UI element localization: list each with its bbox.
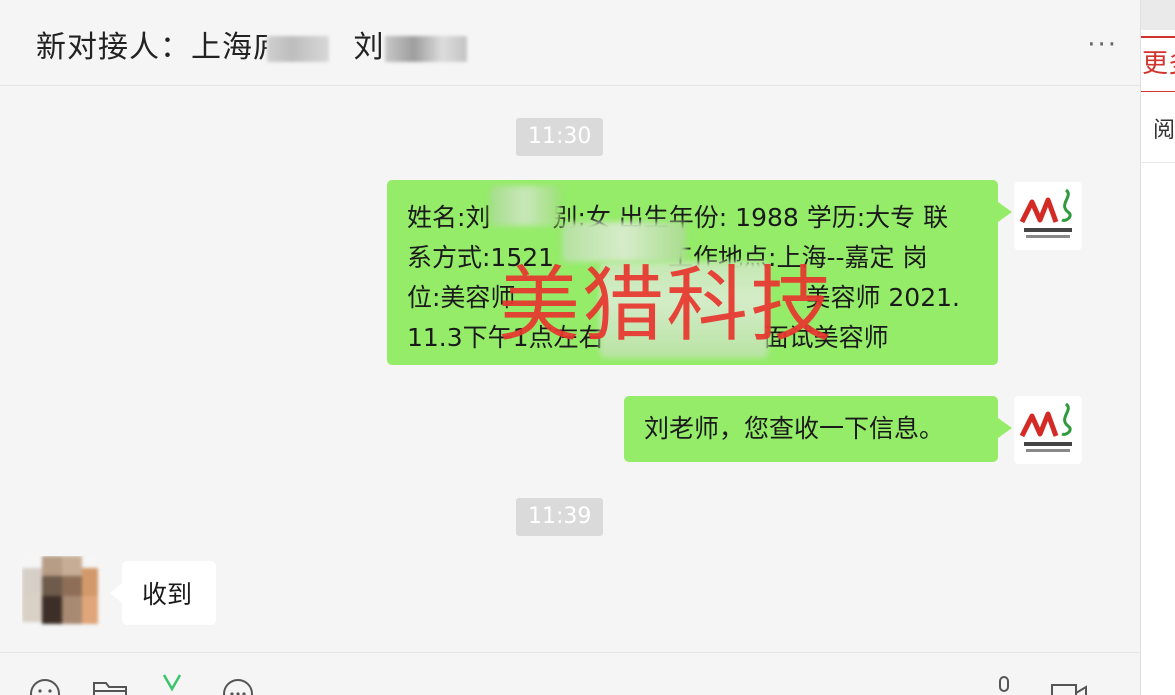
- chat-title: 新对接人：上海庐 刘: [36, 22, 467, 66]
- info-text: 系方式:1521: [407, 243, 555, 272]
- blurred-avatar-icon: [22, 556, 102, 628]
- microphone-icon[interactable]: [996, 675, 1012, 695]
- notice-text: 刘老师，您查收一下信息。: [644, 414, 945, 443]
- side-panel-header: [1141, 0, 1175, 30]
- chat-title-name: 刘: [353, 30, 385, 65]
- side-more-tab[interactable]: 更多: [1141, 36, 1175, 92]
- reply-text: 收到: [142, 580, 193, 609]
- notice-message[interactable]: 刘老师，您查收一下信息。: [624, 396, 1012, 462]
- info-text: 位:美容师: [407, 283, 516, 312]
- redacted-name-mask: [490, 186, 560, 226]
- chat-history-icon[interactable]: [220, 677, 256, 695]
- timestamp: 11:30: [516, 118, 604, 156]
- chat-title-prefix: 新对接人：上海: [36, 30, 253, 65]
- sender-avatar[interactable]: [1014, 182, 1082, 250]
- folder-icon[interactable]: [92, 677, 128, 695]
- redacted-detail-mask: [600, 262, 768, 358]
- sender-avatar[interactable]: [1014, 396, 1082, 464]
- more-options-icon[interactable]: ···: [1087, 30, 1118, 60]
- contact-avatar[interactable]: [22, 556, 102, 628]
- chat-header: 新对接人：上海庐 刘 ···: [0, 0, 1140, 86]
- chat-title-fragment: 庐: [253, 22, 267, 66]
- info-text: 11.3下午1点左右: [407, 323, 604, 352]
- meilie-logo-icon: [1019, 402, 1072, 452]
- info-text: 美容师 2021.: [805, 283, 960, 312]
- redacted-contact-name: [384, 35, 467, 62]
- side-panel: 更多 阅: [1140, 0, 1175, 695]
- info-text: 面试美容师: [763, 323, 889, 352]
- emoji-icon[interactable]: [28, 677, 62, 695]
- side-read-label[interactable]: 阅: [1153, 112, 1175, 144]
- app-window: 新对接人：上海庐 刘 ··· 11:30 姓名:刘别:女 出生年份: 1988 …: [0, 0, 1175, 695]
- redacted-company: [267, 35, 329, 62]
- video-call-icon[interactable]: [1050, 681, 1090, 695]
- chat-panel: 新对接人：上海庐 刘 ··· 11:30 姓名:刘别:女 出生年份: 1988 …: [0, 0, 1140, 695]
- scissors-icon[interactable]: [160, 673, 184, 695]
- reply-message[interactable]: 收到: [110, 561, 216, 625]
- timestamp: 11:39: [516, 498, 604, 536]
- input-toolbar: [0, 652, 1140, 695]
- meilie-logo-icon: [1019, 188, 1072, 238]
- redacted-phone-mask: [562, 222, 686, 262]
- info-text: 姓名:刘: [407, 203, 491, 232]
- side-divider: [1141, 162, 1175, 163]
